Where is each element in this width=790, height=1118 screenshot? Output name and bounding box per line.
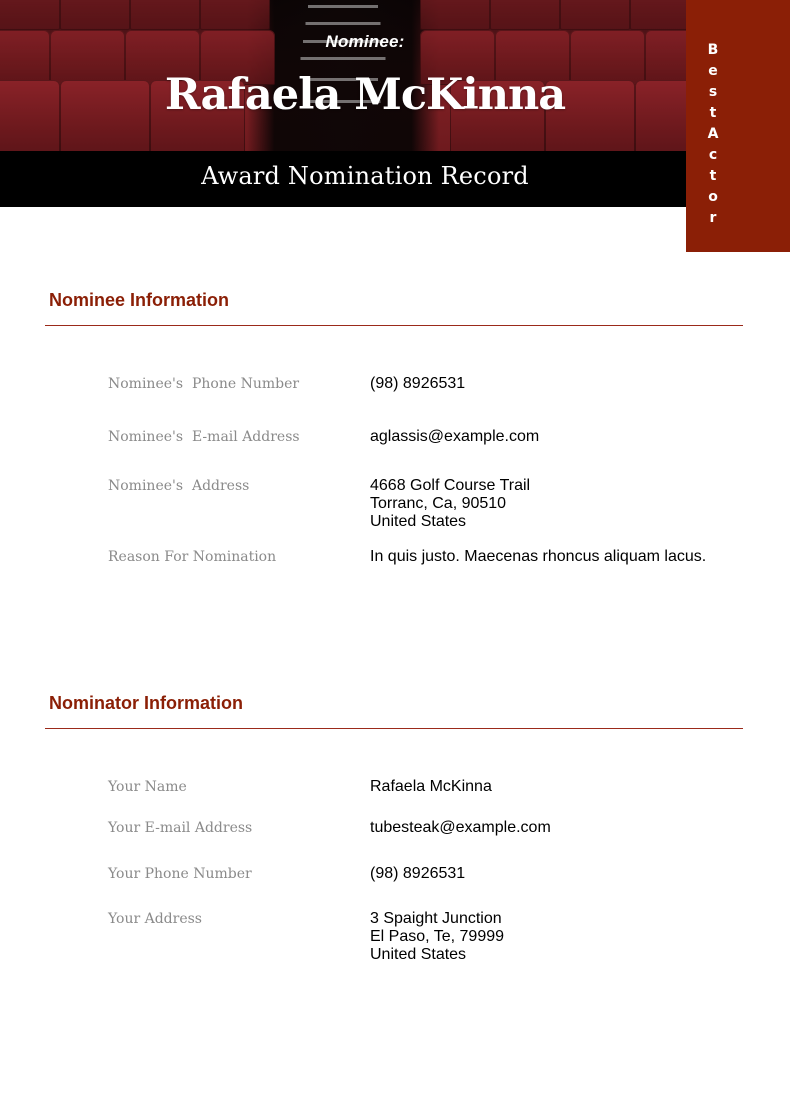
nomination-reason-value: In quis justo. Maecenas rhoncus aliquam … [370,548,706,566]
ribbon-letter: t [709,168,717,184]
value-line: United States [370,513,467,530]
ribbon-letter: B [707,42,719,58]
aisle-step [305,22,381,25]
value-line: (98) 8926531 [370,375,466,392]
theater-seat [420,0,490,30]
ribbon-letter: s [708,84,718,100]
theater-seat [200,0,270,30]
nominee-label: Nominee: [325,32,405,51]
theater-seat [0,0,60,30]
theater-seat [130,0,200,30]
document-title: Award Nomination Record [201,162,529,190]
nominator-name-label: Your Name [108,779,187,795]
theater-seat [630,0,686,30]
theater-seat [60,0,130,30]
nominee-email-value: aglassis@example.com [370,428,539,446]
nominator-phone-value: (98) 8926531 [370,865,465,883]
nominee-phone-label: Nominee's Phone Number [108,376,300,392]
value-line: (98) 8926531 [370,865,466,882]
nominee-name-heading: Rafaela McKinna [164,70,566,120]
ribbon-letter: e [708,63,718,79]
value-line: El Paso, Te, 79999 [370,928,505,945]
award-category-text: B e s t A c t o r [686,40,740,229]
value-line: tubesteak@example.com [370,819,551,836]
ribbon-letter: r [709,210,717,226]
aisle-step [308,5,378,8]
nominator-email-value: tubesteak@example.com [370,819,551,837]
nominator-section-title: Nominator Information [49,693,243,713]
value-line: 4668 Golf Course Trail [370,477,531,494]
theater-seat [490,0,560,30]
section-divider [45,728,743,729]
theater-seat [560,0,630,30]
nominator-phone-label: Your Phone Number [108,866,252,882]
ribbon-letter: t [709,105,717,121]
value-line: 3 Spaight Junction [370,910,502,927]
section-divider [45,325,743,326]
aisle-step [300,57,386,60]
ribbon-letter: A [707,126,719,142]
nominator-address-label: Your Address [108,911,202,927]
nominator-address-value: 3 Spaight Junction El Paso, Te, 79999 Un… [370,910,504,964]
value-line: Rafaela McKinna [370,778,492,795]
value-line: Torranc, Ca, 90510 [370,495,507,512]
nominee-phone-value: (98) 8926531 [370,375,465,393]
nominee-address-value: 4668 Golf Course Trail Torranc, Ca, 9051… [370,477,530,531]
nominator-name-value: Rafaela McKinna [370,778,492,796]
value-line: United States [370,946,467,963]
value-line: In quis justo. Maecenas rhoncus aliquam … [370,548,707,565]
nominee-address-label: Nominee's Address [108,478,250,494]
nominator-email-label: Your E-mail Address [108,820,253,836]
ribbon-letter: o [708,189,718,205]
nominee-email-label: Nominee's E-mail Address [108,429,300,445]
value-line: aglassis@example.com [370,428,540,445]
nomination-reason-label: Reason For Nomination [108,549,277,565]
nominee-section-title: Nominee Information [49,290,230,310]
ribbon-letter: c [708,147,718,163]
